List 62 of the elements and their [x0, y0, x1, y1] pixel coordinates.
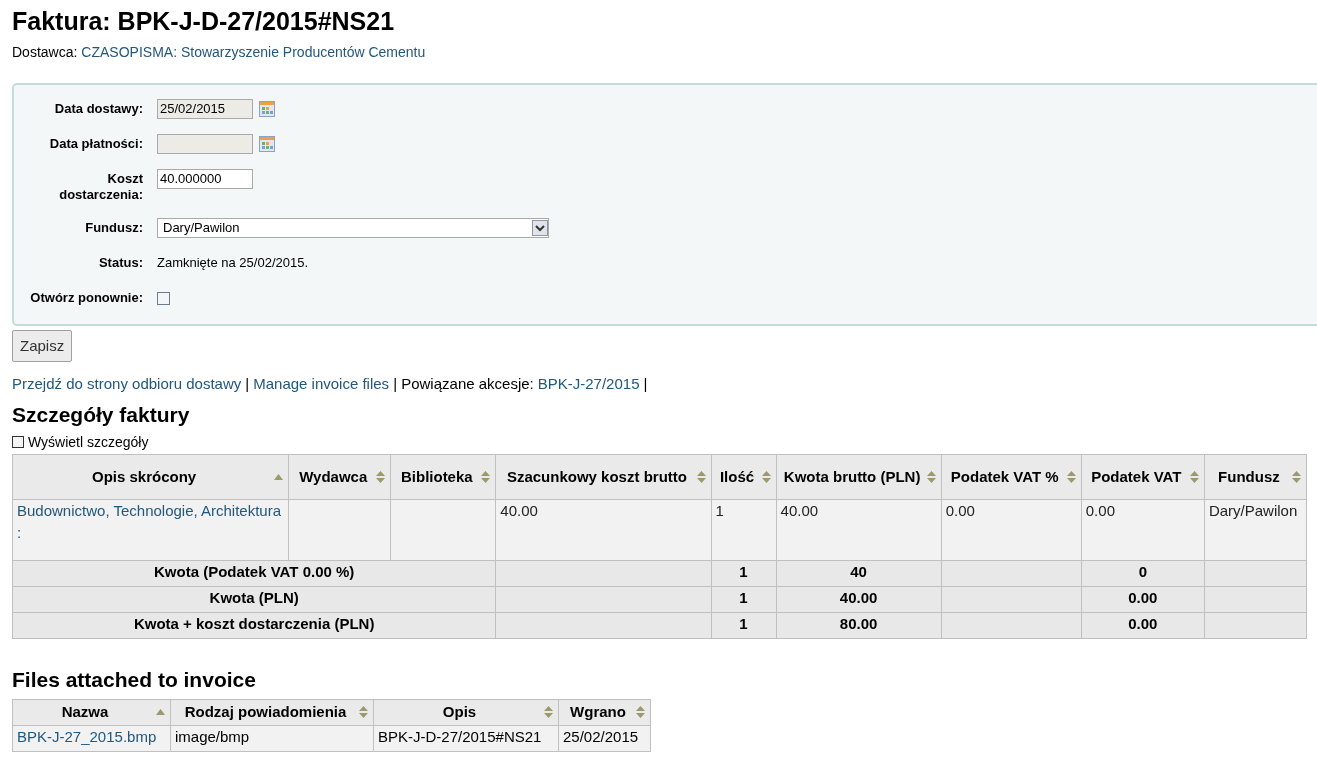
total-vat: 0.00 — [1081, 612, 1205, 638]
total-quantity: 1 — [711, 612, 777, 638]
calendar-icon[interactable] — [259, 136, 275, 152]
status-text: Zamknięte na 25/02/2015. — [157, 254, 309, 273]
column-header[interactable]: Biblioteka — [390, 454, 496, 499]
calendar-icon[interactable] — [259, 101, 275, 117]
column-header[interactable]: Szacunkowy koszt brutto — [495, 454, 711, 499]
table-cell: Dary/Pawilon — [1204, 499, 1307, 560]
table-cell: 1 — [711, 499, 777, 560]
total-label: Kwota + koszt dostarczenia (PLN) — [12, 612, 496, 638]
field-label: Otwórz ponownie: — [29, 289, 143, 306]
total-vat: 0.00 — [1081, 586, 1205, 612]
total-label: Kwota (PLN) — [12, 586, 496, 612]
field-label: Data płatności: — [48, 135, 143, 152]
date-field[interactable] — [157, 134, 253, 154]
field-label: Data dostawy: — [53, 100, 143, 117]
column-header[interactable]: Wydawca — [288, 454, 391, 499]
table-cell: BPK-J-D-27/2015#NS21 — [373, 725, 559, 751]
nav-link[interactable]: Manage invoice files — [253, 373, 390, 396]
supplier-label: Dostawca: — [12, 43, 78, 62]
column-header[interactable]: Wgrano — [558, 699, 651, 725]
link-separator: | — [245, 374, 250, 394]
date-field[interactable]: 25/02/2015 — [157, 99, 253, 119]
table-cell: 0.00 — [941, 499, 1082, 560]
table-cell: 40.00 — [495, 499, 711, 560]
total-vat: 0 — [1081, 560, 1205, 586]
column-header[interactable]: Kwota brutto (PLN) — [776, 454, 942, 499]
total-gross: 40 — [776, 560, 942, 586]
column-header[interactable]: Podatek VAT — [1081, 454, 1205, 499]
field-label: Status: — [97, 254, 143, 271]
column-header[interactable]: Fundusz — [1204, 454, 1307, 499]
column-header[interactable]: Ilość — [711, 454, 777, 499]
total-gross: 80.00 — [776, 612, 942, 638]
field-label: Koszt dostarczenia: — [58, 170, 143, 203]
total-label: Kwota (Podatek VAT 0.00 %) — [12, 560, 496, 586]
details-checkbox[interactable] — [12, 436, 24, 448]
table-cell: 0.00 — [1081, 499, 1205, 560]
page-title: Faktura: BPK-J-D-27/2015#NS21 — [12, 6, 396, 36]
field-label: Fundusz: — [84, 219, 143, 236]
table-cell: image/bmp — [170, 725, 374, 751]
column-header[interactable]: Podatek VAT % — [941, 454, 1082, 499]
nav-link[interactable]: Przejdź do strony odbioru dostawy — [12, 373, 242, 396]
supplier-link[interactable]: CZASOPISMA: Stowarzyszenie Producentów Cementu — [81, 42, 426, 63]
section-title: Szczegóły faktury — [12, 401, 191, 428]
table-cell: 25/02/2015 — [558, 725, 651, 751]
link-separator: | Powiązane akcesje: — [393, 374, 534, 394]
total-quantity: 1 — [711, 586, 777, 612]
section-title: Files attached to invoice — [12, 666, 257, 693]
total-gross: 40.00 — [776, 586, 942, 612]
column-header[interactable]: Rodzaj powiadomienia — [170, 699, 374, 725]
link-separator: | — [643, 374, 648, 394]
save-button[interactable]: Zapisz — [12, 330, 73, 362]
nav-link[interactable]: BPK-J-27/2015 — [537, 373, 640, 396]
cost-field[interactable]: 40.000000 — [157, 169, 253, 189]
column-header[interactable]: Nazwa — [12, 699, 171, 725]
table-cell: 40.00 — [776, 499, 942, 560]
column-header[interactable]: Opis — [373, 699, 559, 725]
reopen-checkbox[interactable] — [157, 291, 170, 305]
total-quantity: 1 — [711, 560, 777, 586]
column-header[interactable]: Opis skrócony — [12, 454, 289, 499]
details-checkbox-label: Wyświetl szczegóły — [28, 432, 149, 452]
fund-dropdown[interactable]: Dary/Pawilon — [157, 218, 549, 238]
